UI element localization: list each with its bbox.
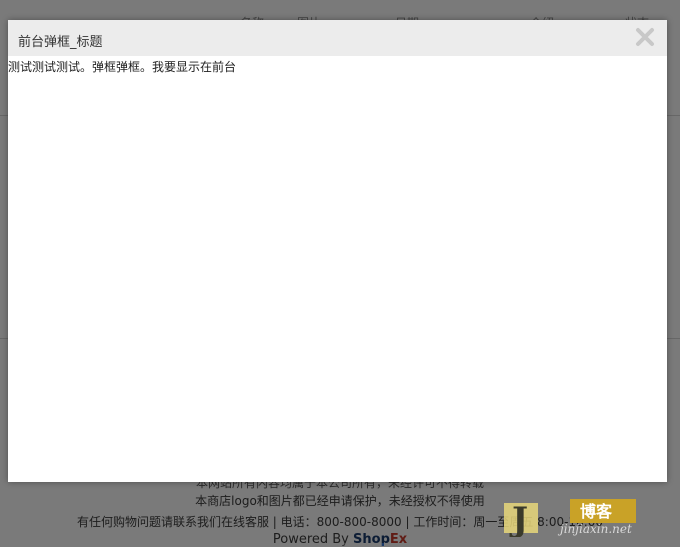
watermark-cn-text: 博客: [580, 502, 613, 521]
modal-header[interactable]: 前台弹框_标题: [8, 20, 667, 56]
watermark-en-text: jinjiaxin.net: [557, 522, 632, 536]
modal-dialog: 前台弹框_标题 测试测试测试。弹框弹框。我要显示在前台: [8, 20, 667, 482]
close-icon[interactable]: [633, 25, 657, 49]
watermark-logo: J 博客 jinjiaxin.net: [500, 495, 660, 540]
modal-body-text: 测试测试测试。弹框弹框。我要显示在前台: [8, 60, 237, 74]
watermark-letter: J: [509, 500, 528, 537]
modal-title: 前台弹框_标题: [18, 35, 103, 50]
